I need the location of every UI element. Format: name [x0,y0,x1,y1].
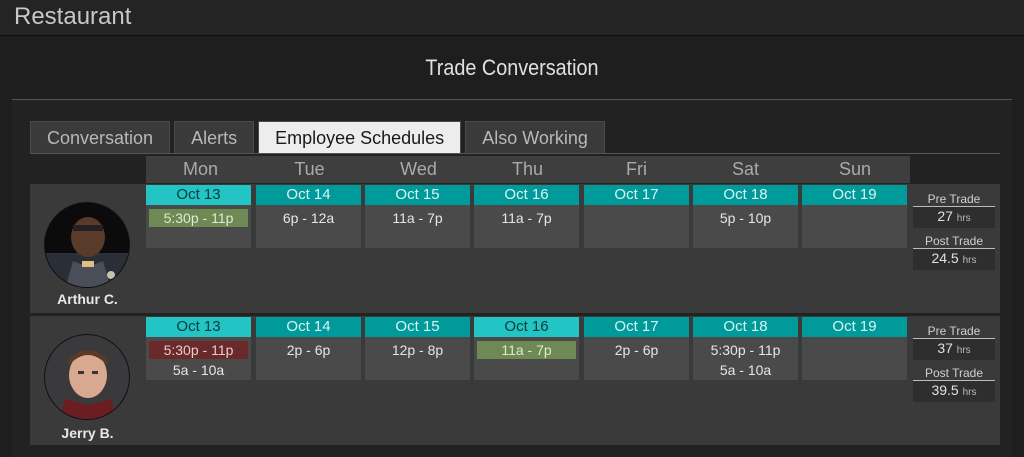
date-label: Oct 17 [584,185,689,205]
day-cell-thu[interactable]: Oct 16 11a - 7p [474,185,579,248]
date-label: Oct 13 [146,185,251,205]
pre-trade-value: 27 [937,208,953,224]
pre-trade-box: Pre Trade 37 hrs [913,324,995,360]
title-bar: Restaurant [0,0,1024,36]
date-label: Oct 15 [365,317,470,337]
employee-row-jerry: Jerry B. Oct 13 5:30p - 11p 5a - 10a Oct… [30,316,1000,445]
avatar [44,334,130,420]
date-label: Oct 17 [584,317,689,337]
shift[interactable]: 5p - 10p [696,209,795,227]
date-label: Oct 13 [146,317,251,337]
date-label: Oct 19 [802,185,907,205]
tab-bar: Conversation Alerts Employee Schedules A… [30,121,609,155]
post-trade-value: 39.5 [931,382,959,398]
day-cell-tue[interactable]: Oct 14 6p - 12a [256,185,361,248]
day-header: Mon Tue Wed Thu Fri Sat Sun [146,156,910,183]
day-cell-mon[interactable]: Oct 13 5:30p - 11p 5a - 10a [146,317,251,380]
employee-name: Jerry B. [61,425,114,441]
day-cell-sat[interactable]: Oct 18 5:30p - 11p 5a - 10a [693,317,798,380]
post-trade-box: Post Trade 39.5 hrs [913,366,995,402]
shift[interactable]: 11a - 7p [368,209,467,227]
pre-trade-label: Pre Trade [913,324,995,339]
shift[interactable]: 5:30p - 11p [696,341,795,359]
pre-trade-label: Pre Trade [913,192,995,207]
dialog-title: Trade Conversation [425,55,599,80]
tab-employee-schedules[interactable]: Employee Schedules [258,121,462,154]
employee-name: Arthur C. [57,291,118,307]
shift[interactable]: 2p - 6p [587,341,686,359]
pre-trade-box: Pre Trade 27 hrs [913,192,995,228]
person-photo-icon [45,203,129,287]
day-thu: Thu [511,159,544,179]
day-cell-tue[interactable]: Oct 14 2p - 6p [256,317,361,380]
shift[interactable]: 6p - 12a [259,209,358,227]
employee-row-arthur: Arthur C. Oct 13 5:30p - 11p Oct 14 6p -… [30,184,1000,313]
hours-unit: hrs [956,345,971,356]
shift[interactable]: 5a - 10a [149,361,248,379]
date-label: Oct 15 [365,185,470,205]
day-cell-sun[interactable]: Oct 19 [802,185,907,248]
tab-divider [30,153,1000,154]
post-trade-hours: 24.5 hrs [913,249,995,270]
date-label: Oct 14 [256,317,361,337]
pre-trade-value: 37 [937,340,953,356]
hours-unit: hrs [962,387,977,398]
shift[interactable]: 11a - 7p [477,209,576,227]
hours-unit: hrs [962,255,977,266]
shift[interactable]: 2p - 6p [259,341,358,359]
pre-trade-hours: 37 hrs [913,339,995,360]
day-cell-mon[interactable]: Oct 13 5:30p - 11p [146,185,251,248]
day-cell-fri[interactable]: Oct 17 [584,185,689,248]
employee-info: Arthur C. [30,184,145,313]
shift-received[interactable]: 11a - 7p [477,341,576,359]
avatar [44,202,130,288]
person-photo-icon [45,335,129,419]
employee-info: Jerry B. [30,316,145,445]
day-cell-sun[interactable]: Oct 19 [802,317,907,380]
shift[interactable]: 5a - 10a [696,361,795,379]
post-trade-label: Post Trade [913,366,995,381]
day-mon: Mon [182,159,218,179]
post-trade-hours: 39.5 hrs [913,381,995,402]
day-tue: Tue [294,159,325,179]
hours-unit: hrs [956,213,971,224]
pre-trade-hours: 27 hrs [913,207,995,228]
date-label: Oct 18 [693,317,798,337]
app-title: Restaurant [14,3,132,30]
shift-given[interactable]: 5:30p - 11p [149,209,248,227]
date-label: Oct 19 [802,317,907,337]
day-cell-thu[interactable]: Oct 16 11a - 7p [474,317,579,380]
post-trade-label: Post Trade [913,234,995,249]
day-cell-sat[interactable]: Oct 18 5p - 10p [693,185,798,248]
date-label: Oct 16 [474,185,579,205]
post-trade-value: 24.5 [931,250,959,266]
shift-taken[interactable]: 5:30p - 11p [149,341,248,359]
tab-conversation[interactable]: Conversation [30,121,171,154]
day-fri: Fri [626,159,647,179]
post-trade-box: Post Trade 24.5 hrs [913,234,995,270]
day-cell-fri[interactable]: Oct 17 2p - 6p [584,317,689,380]
day-cell-wed[interactable]: Oct 15 11a - 7p [365,185,470,248]
day-sun: Sun [838,159,872,179]
day-sat: Sat [731,159,760,179]
day-wed: Wed [400,159,437,179]
tab-alerts[interactable]: Alerts [174,121,255,154]
tab-also-working[interactable]: Also Working [465,121,605,154]
date-label: Oct 16 [474,317,579,337]
day-cell-wed[interactable]: Oct 15 12p - 8p [365,317,470,380]
date-label: Oct 18 [693,185,798,205]
shift[interactable]: 12p - 8p [368,341,467,359]
date-label: Oct 14 [256,185,361,205]
